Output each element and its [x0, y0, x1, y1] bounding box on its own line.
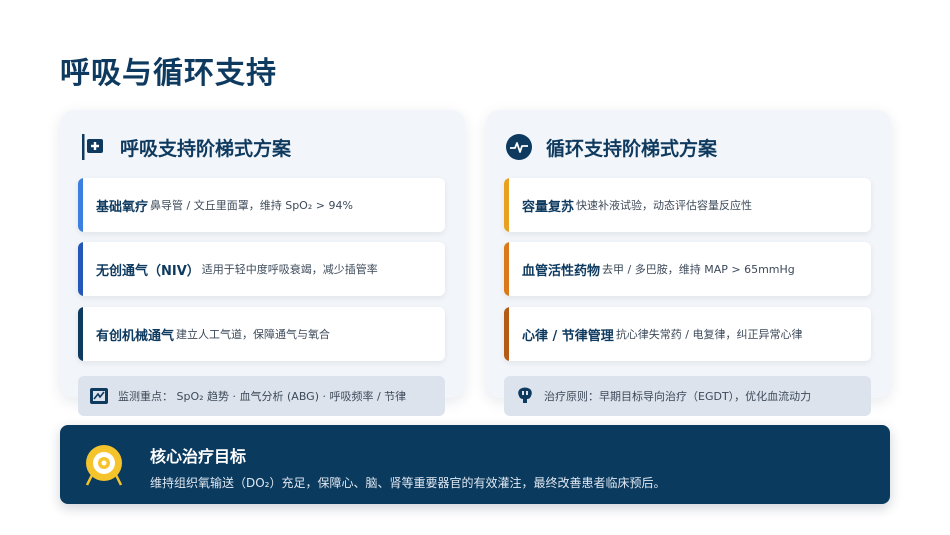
card-heading: 容量复苏 [522, 199, 575, 215]
note-text: 监测重点： SpO₂ 趋势 · 血气分析 (ABG) · 呼吸频率 / 节律 [118, 390, 407, 403]
card-niv: 无创通气（NIV） 适用于轻中度呼吸衰竭，减少插管率 [78, 242, 445, 296]
card-invasive-ventilation: 有创机械通气 建立人工气道，保障通气与氧合 [78, 307, 445, 361]
banner-text: 维持组织氧输送（DO₂）充足，保障心、脑、肾等重要器官的有效灌注，最终改善患者临… [150, 476, 666, 490]
accent-bar [504, 307, 509, 361]
accent-bar [78, 242, 83, 296]
panel-header: 呼吸支持阶梯式方案 [80, 132, 291, 162]
card-basic-oxygen: 基础氧疗 鼻导管 / 文丘里面罩，维持 SpO₂ > 94% [78, 178, 445, 232]
card-description: 快速补液试验，动态评估容量反应性 [576, 199, 753, 212]
card-heading: 心律 / 节律管理 [522, 328, 614, 344]
panel-title: 循环支持阶梯式方案 [546, 137, 718, 160]
panel-header: 循环支持阶梯式方案 [506, 132, 717, 162]
accent-bar [504, 178, 509, 232]
note-text: 治疗原则：早期目标导向治疗（EGDT），优化血流动力 [544, 390, 812, 403]
card-heading: 无创通气（NIV） [96, 263, 200, 279]
card-description: 鼻导管 / 文丘里面罩，维持 SpO₂ > 94% [150, 199, 353, 212]
core-goal-banner: 核心治疗目标 维持组织氧输送（DO₂）充足，保障心、脑、肾等重要器官的有效灌注，… [60, 425, 890, 504]
respiratory-support-panel: 呼吸支持阶梯式方案 基础氧疗 鼻导管 / 文丘里面罩，维持 SpO₂ > 94%… [60, 110, 465, 416]
panel-title: 呼吸支持阶梯式方案 [120, 137, 292, 160]
accent-bar [78, 178, 83, 232]
monitoring-note: 监测重点： SpO₂ 趋势 · 血气分析 (ABG) · 呼吸频率 / 节律 [78, 376, 445, 416]
card-fluid-resuscitation: 容量复苏 快速补液试验，动态评估容量反应性 [504, 178, 871, 232]
accent-bar [78, 307, 83, 361]
circulatory-support-panel: 循环支持阶梯式方案 容量复苏 快速补液试验，动态评估容量反应性 血管活性药物 去… [486, 110, 891, 416]
card-heading: 血管活性药物 [522, 263, 601, 279]
monitor-chart-icon [90, 387, 108, 405]
card-description: 去甲 / 多巴胺，维持 MAP > 65mmHg [602, 263, 795, 276]
card-description: 适用于轻中度呼吸衰竭，减少插管率 [201, 263, 378, 276]
card-rhythm-management: 心律 / 节律管理 抗心律失常药 / 电复律，纠正异常心律 [504, 307, 871, 361]
card-heading: 有创机械通气 [96, 328, 175, 344]
target-icon [84, 443, 124, 487]
card-heading: 基础氧疗 [96, 199, 149, 215]
treatment-principle-note: 治疗原则：早期目标导向治疗（EGDT），优化血流动力 [504, 376, 871, 416]
medical-monitor-icon [80, 134, 106, 160]
brain-icon [516, 387, 534, 405]
heartbeat-icon [506, 134, 532, 160]
card-vasoactive-drugs: 血管活性药物 去甲 / 多巴胺，维持 MAP > 65mmHg [504, 242, 871, 296]
banner-title: 核心治疗目标 [150, 447, 247, 466]
card-description: 建立人工气道，保障通气与氧合 [176, 328, 331, 341]
page-title: 呼吸与循环支持 [60, 56, 277, 91]
card-description: 抗心律失常药 / 电复律，纠正异常心律 [615, 328, 803, 341]
accent-bar [504, 242, 509, 296]
